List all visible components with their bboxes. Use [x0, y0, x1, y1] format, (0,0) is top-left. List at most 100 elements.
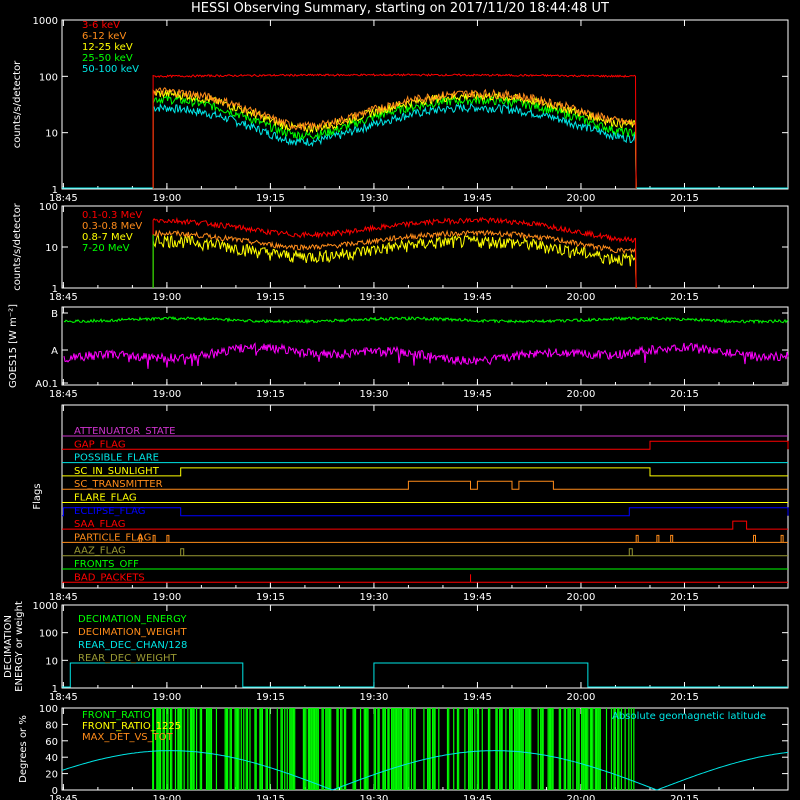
y-axis-label: GOES15 [W m⁻²]: [8, 304, 19, 388]
series-line-orange: [152, 229, 637, 289]
flag-label-fronts-off: FRONTS_OFF: [74, 559, 139, 570]
y-tick-label: 100: [39, 202, 58, 213]
text-layer: 18:45 19:00 19:15 19:30 19:45 20:00 20:1518:45…: [3, 16, 766, 800]
flag-label-flare-flag: FLARE_FLAG: [74, 493, 137, 504]
series-line-yellow: [152, 233, 637, 289]
y-tick-label: 1000: [33, 601, 58, 612]
series-line-yellow: [152, 88, 637, 190]
y-tick-label: A0.1: [35, 379, 58, 390]
series-line-red: [152, 73, 637, 190]
y-tick-label: A: [51, 346, 58, 357]
legend-label-cyan: Absolute geomagnetic latitude: [612, 711, 766, 722]
time-tick-label: 19:00: [152, 794, 181, 800]
time-tick-label: 20:00: [567, 592, 596, 603]
time-tick-label: 20:15: [670, 292, 699, 303]
y-tick-label: 1: [52, 284, 58, 295]
time-tick-label: 20:15: [670, 389, 699, 400]
y-tick-label: 10: [45, 243, 58, 254]
aaz-flag-spike: [628, 548, 633, 556]
time-tick-label: 19:00: [152, 292, 181, 303]
time-tick-label: 19:45: [463, 592, 492, 603]
time-tick-label: 19:15: [256, 692, 285, 703]
series-line-cyan: [152, 102, 637, 190]
time-tick-label: 19:45: [463, 389, 492, 400]
legend-label-red: 0.1-0.3 MeV: [82, 210, 142, 221]
flag-line-saa-flag: [62, 520, 788, 530]
time-tick-label: 20:15: [670, 592, 699, 603]
time-tick-label: 19:15: [256, 193, 285, 204]
particle-flag-spike: [635, 534, 639, 543]
particle-flag-spike: [166, 534, 170, 543]
time-tick-label: 19:30: [360, 794, 389, 800]
time-tick-label: 19:45: [463, 692, 492, 703]
time-tick-label: 19:00: [152, 389, 181, 400]
time-tick-label: 19:30: [360, 292, 389, 303]
y-axis-label: Flags: [32, 483, 43, 509]
y-tick-label: 20: [45, 770, 58, 781]
legend-label-orange: MAX_DET_VS_TOT: [82, 732, 174, 743]
particle-flag-spike: [780, 534, 784, 543]
time-tick-label: 19:00: [152, 692, 181, 703]
time-tick-label: 19:15: [256, 592, 285, 603]
time-tick-label: 18:45: [49, 389, 78, 400]
time-tick-label: 20:15: [670, 692, 699, 703]
time-tick-label: 19:15: [256, 389, 285, 400]
particle-flag-spike: [152, 534, 156, 543]
particle-flag-spike: [656, 534, 660, 543]
time-tick-label: 19:30: [360, 193, 389, 204]
y-axis-label: ENERGY or weight: [14, 601, 25, 692]
rear-dec-chan-line: [62, 662, 788, 688]
flag-line-sc-transmitter: [62, 480, 788, 490]
flag-label-gap-flag: GAP_FLAG: [74, 439, 126, 450]
axes-layer: [61, 19, 789, 791]
y-tick-label: 100: [39, 704, 58, 715]
legend-label-yellow: FRONT_RATIO_1225: [82, 721, 181, 732]
legend-label-green: DECIMATION_ENERGY: [78, 614, 187, 625]
y-tick-label: 0: [52, 786, 58, 797]
y-tick-label: 1000: [33, 16, 58, 27]
legend-label-red: 3-6 keV: [82, 20, 120, 31]
time-tick-label: 19:00: [152, 592, 181, 603]
time-tick-label: 19:45: [463, 193, 492, 204]
legend-label-yellow: 0.8-7 MeV: [82, 232, 133, 243]
chart-canvas: 18:45 19:00 19:15 19:30 19:45 20:00 20:1518:45…: [3, 16, 789, 800]
flag-line-gap-flag: [62, 440, 789, 450]
time-tick-label: 20:00: [567, 292, 596, 303]
time-tick-label: 20:15: [670, 794, 699, 800]
time-tick-label: 19:30: [360, 592, 389, 603]
y-tick-label: 10: [45, 656, 58, 667]
goes-long-line: [63, 315, 789, 325]
legend-label-green: 25-50 keV: [82, 53, 133, 64]
flag-label-aaz-flag: AAZ_FLAG: [74, 546, 126, 557]
time-tick-label: 19:45: [463, 794, 492, 800]
y-axis-label: DECIMATION: [3, 615, 14, 678]
y-axis-label: Degrees or %: [18, 715, 29, 783]
flag-label-saa-flag: SAA_FLAG: [74, 519, 125, 530]
y-tick-label: 100: [39, 629, 58, 640]
flag-label-sc-in-sunlight: SC_IN_SUNLIGHT: [74, 466, 160, 477]
time-tick-label: 19:30: [360, 692, 389, 703]
time-tick-label: 20:00: [567, 692, 596, 703]
series-line-orange: [152, 87, 637, 190]
time-tick-label: 19:30: [360, 389, 389, 400]
time-tick-label: 20:00: [567, 193, 596, 204]
y-tick-label: 40: [45, 753, 58, 764]
goes-short-line: [63, 342, 789, 369]
y-tick-label: 10: [45, 129, 58, 140]
y-axis-label: counts/s/detector: [12, 202, 23, 290]
time-tick-label: 20:00: [567, 794, 596, 800]
legend-label-cyan: REAR_DEC_CHAN/128: [78, 640, 187, 651]
flag-line-eclipse-flag: [62, 507, 789, 517]
flag-label-particle-flag: PARTICLE_FLAG: [74, 532, 151, 543]
particle-flag-spike: [670, 534, 674, 543]
flag-label-sc-transmitter: SC_TRANSMITTER: [74, 479, 163, 490]
y-tick-label: 100: [39, 72, 58, 83]
legend-label-yellow: 12-25 keV: [82, 42, 133, 53]
y-tick-label: 1: [52, 684, 58, 695]
time-tick-label: 19:00: [152, 193, 181, 204]
time-tick-label: 20:15: [670, 193, 699, 204]
y-tick-label: 80: [45, 720, 58, 731]
particle-flag-spike: [752, 534, 756, 543]
legend-label-cyan: 50-100 keV: [82, 64, 139, 75]
aaz-flag-spike: [180, 548, 185, 556]
